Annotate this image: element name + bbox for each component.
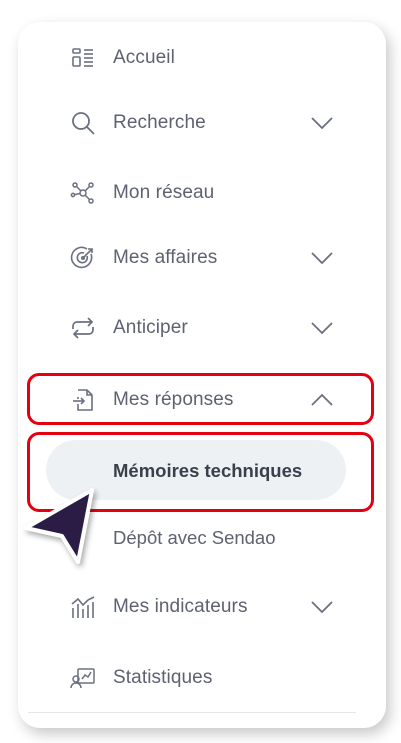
- chart-icon: [70, 594, 96, 620]
- highlight-box-mes-reponses: [27, 373, 374, 425]
- stats-user-icon: [70, 665, 96, 691]
- dashboard-icon: [70, 45, 96, 71]
- menu-item-label: Mes indicateurs: [113, 596, 248, 617]
- search-icon: [70, 110, 96, 136]
- target-icon: [70, 245, 96, 271]
- menu-item-label: Mon réseau: [113, 182, 215, 203]
- menu-item-label: Anticiper: [113, 317, 188, 338]
- menu-item-accueil[interactable]: Accueil: [18, 33, 386, 83]
- pointer-cursor-icon: [24, 488, 94, 564]
- network-icon: [70, 180, 96, 206]
- menu-item-label: Statistiques: [113, 667, 213, 688]
- menu-item-anticiper[interactable]: Anticiper: [18, 303, 386, 353]
- submenu-item-depot-sendao[interactable]: Dépôt avec Sendao: [113, 527, 276, 549]
- menu-item-label: Mes affaires: [113, 247, 218, 268]
- menu-item-mon-reseau[interactable]: Mon réseau: [18, 168, 386, 218]
- menu-item-statistiques[interactable]: Statistiques: [18, 653, 386, 703]
- menu-item-mes-indicateurs[interactable]: Mes indicateurs: [18, 582, 386, 632]
- refresh-icon: [70, 315, 96, 341]
- chevron-down-icon[interactable]: [308, 315, 336, 341]
- divider: [28, 712, 356, 713]
- chevron-down-icon[interactable]: [308, 245, 336, 271]
- chevron-down-icon[interactable]: [308, 594, 336, 620]
- chevron-down-icon[interactable]: [308, 110, 336, 136]
- menu-item-mes-affaires[interactable]: Mes affaires: [18, 233, 386, 283]
- menu-item-recherche[interactable]: Recherche: [18, 98, 386, 148]
- menu-item-label: Accueil: [113, 47, 175, 68]
- menu-item-label: Recherche: [113, 112, 206, 133]
